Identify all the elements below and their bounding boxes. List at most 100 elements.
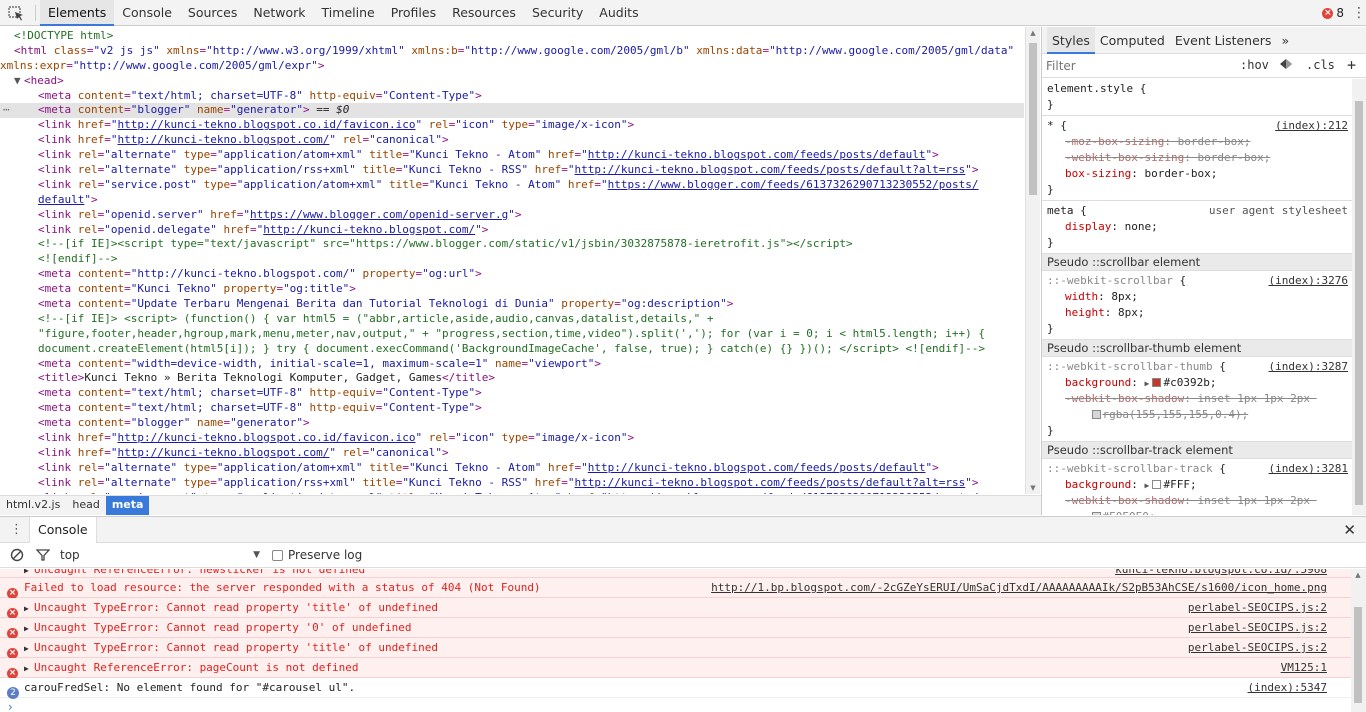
style-declaration[interactable]: width: 8px; (1047, 289, 1352, 305)
sidebar-tab-event-listeners[interactable]: Event Listeners (1170, 27, 1277, 54)
message-source-link[interactable]: perlabel-SEOCIPS.js:2 (1188, 638, 1327, 657)
rule-source-link[interactable]: (index):3281 (1269, 461, 1348, 477)
breadcrumb-item[interactable]: head (66, 496, 105, 515)
new-style-rule-button[interactable]: + (1347, 56, 1356, 74)
style-declaration[interactable]: ::-webkit-scrollbar-track {(index):3281 (1047, 461, 1352, 477)
class-toggle[interactable]: .cls (1306, 58, 1335, 72)
preserve-log-checkbox[interactable] (272, 549, 283, 561)
rendering-icon[interactable] (1278, 58, 1294, 73)
scroll-down-icon[interactable]: ▼ (1029, 484, 1037, 492)
tab-security[interactable]: Security (524, 0, 591, 26)
scrollbar-thumb[interactable] (1355, 101, 1363, 505)
styles-filter-input[interactable] (1046, 58, 1226, 74)
dom-node-line[interactable]: <title>Kunci Tekno » Berita Teknologi Ko… (0, 371, 1024, 386)
more-tabs-icon[interactable]: » (1276, 27, 1294, 54)
tab-profiles[interactable]: Profiles (383, 0, 444, 26)
message-source-link[interactable]: perlabel-SEOCIPS.js:2 (1188, 598, 1327, 617)
style-declaration[interactable]: -webkit-box-shadow: inset 1px 1px 2px (1047, 391, 1352, 407)
style-declaration[interactable]: -webkit-box-sizing: border-box; (1047, 150, 1352, 166)
dom-node-line[interactable]: <link rel="alternate" type="application/… (0, 461, 1024, 476)
expand-triangle-icon[interactable]: ▶ (24, 569, 34, 575)
style-declaration[interactable]: box-sizing: border-box; (1047, 166, 1352, 182)
clear-console-icon[interactable] (10, 548, 24, 565)
style-declaration[interactable]: } (1047, 235, 1352, 251)
dom-node-line[interactable]: ▼ <head> (0, 74, 1024, 89)
dom-node-line[interactable]: <!DOCTYPE html> (0, 29, 1024, 44)
style-declaration[interactable]: meta {user agent stylesheet (1047, 203, 1352, 219)
dom-node-line[interactable]: <link rel="service.post" type="applicati… (0, 178, 1024, 193)
dom-node-line[interactable]: <![endif]--> (0, 252, 1024, 267)
tab-console[interactable]: Console (29, 517, 97, 543)
dom-node-line[interactable]: <link rel="openid.delegate" href="http:/… (0, 223, 1024, 238)
style-declaration[interactable]: element.style { (1047, 81, 1352, 97)
console-prompt[interactable]: › (8, 700, 13, 712)
execution-context-select[interactable]: top ▼ (60, 547, 260, 564)
error-counter[interactable]: × 8 (1322, 6, 1344, 20)
dom-node-line[interactable]: <meta content="blogger" name="generator"… (0, 416, 1024, 431)
sidebar-scrollbar[interactable] (1352, 79, 1366, 515)
dom-node-line[interactable]: <!--[if IE]><script type="text/javascrip… (0, 237, 1024, 252)
rule-source-link[interactable]: (index):3287 (1269, 359, 1348, 375)
style-declaration[interactable]: } (1047, 423, 1352, 439)
tab-timeline[interactable]: Timeline (314, 0, 383, 26)
rule-source-link[interactable]: (index):212 (1275, 118, 1348, 134)
style-declaration[interactable]: rgba(155,155,155,0.4); (1047, 407, 1352, 423)
style-rule[interactable]: ::-webkit-scrollbar-thumb {(index):3287 b… (1042, 357, 1352, 442)
sidebar-tab-styles[interactable]: Styles (1047, 27, 1095, 54)
elements-scrollbar[interactable]: ▲ ▼ (1025, 27, 1040, 494)
drawer-menu-icon[interactable]: ⋮ (10, 522, 23, 538)
tab-console[interactable]: Console (114, 0, 180, 26)
close-icon[interactable]: ✕ (1343, 521, 1356, 539)
style-declaration[interactable]: -moz-box-sizing: border-box; (1047, 134, 1352, 150)
dom-node-line[interactable]: <link href="http://kunci-tekno.blogspot.… (0, 431, 1024, 446)
style-rule[interactable]: * {(index):212 -moz-box-sizing: border-bo… (1042, 116, 1352, 201)
style-rule[interactable]: ::-webkit-scrollbar-track {(index):3281 b… (1042, 459, 1352, 515)
style-rule[interactable]: element.style {} (1042, 79, 1352, 116)
style-declaration[interactable]: } (1047, 321, 1352, 337)
style-declaration[interactable]: } (1047, 182, 1352, 198)
tab-resources[interactable]: Resources (444, 0, 524, 26)
style-declaration[interactable]: background: ▶ #FFF; (1047, 477, 1352, 493)
expand-triangle-icon[interactable]: ▶ (24, 639, 34, 658)
console-scrollbar[interactable]: ▲ (1351, 569, 1366, 712)
dom-node-line[interactable]: document.createElement(html5[i]); } try … (0, 342, 1024, 357)
dom-node-line[interactable]: <link rel="openid.server" href="https://… (0, 208, 1024, 223)
style-rule[interactable]: ::-webkit-scrollbar {(index):3276 width: … (1042, 271, 1352, 340)
dom-node-line[interactable]: <link href="http://kunci-tekno.blogspot.… (0, 118, 1024, 133)
message-text[interactable]: ▶ Uncaught TypeError: Cannot read propert… (24, 598, 438, 618)
breadcrumb-item[interactable]: meta (105, 496, 150, 515)
dom-node-line[interactable]: <link rel="alternate" type="application/… (0, 148, 1024, 163)
tab-audits[interactable]: Audits (591, 0, 646, 26)
style-declaration[interactable]: #E0E0E0; (1047, 509, 1352, 515)
expand-triangle-icon[interactable]: ▼ (14, 74, 24, 89)
message-text[interactable]: ▶ Uncaught TypeError: Cannot read propert… (24, 638, 438, 658)
style-declaration[interactable]: -webkit-box-shadow: inset 1px 1px 2px (1047, 493, 1352, 509)
dom-node-line[interactable]: ⋯ <meta content="blogger" name="generator… (0, 103, 1024, 119)
dom-node-line[interactable]: <link rel="alternate" type="application/… (0, 476, 1024, 491)
style-declaration[interactable]: background: ▶ #c0392b; (1047, 375, 1352, 391)
scrollbar-thumb[interactable] (1029, 43, 1037, 195)
message-source-link[interactable]: http://1.bp.blogspot.com/-2cGZeYsERUI/Um… (711, 578, 1327, 597)
expand-triangle-icon[interactable]: ▶ (24, 659, 34, 678)
style-declaration[interactable]: height: 8px; (1047, 305, 1352, 321)
message-source-link[interactable]: (index):5347 (1248, 678, 1327, 697)
node-actions-icon[interactable]: ⋯ (3, 103, 10, 118)
style-declaration[interactable]: * {(index):212 (1047, 118, 1352, 134)
message-text[interactable]: ▶ Uncaught ReferenceError: newsticker is … (24, 569, 365, 575)
dom-node-line[interactable]: <!--[if IE]> <script> (function() { var … (0, 312, 1024, 327)
dom-node-line[interactable]: <meta content="width=device-width, initi… (0, 357, 1024, 372)
message-source-link[interactable]: perlabel-SEOCIPS.js:2 (1188, 618, 1327, 637)
style-rule[interactable]: meta {user agent stylesheet display: none… (1042, 201, 1352, 254)
dom-node-line[interactable]: <meta content="http://kunci-tekno.blogsp… (0, 267, 1024, 282)
tab-sources[interactable]: Sources (180, 0, 245, 26)
expand-triangle-icon[interactable]: ▶ (24, 599, 34, 618)
scroll-up-icon[interactable]: ▲ (1029, 29, 1037, 37)
dom-tree[interactable]: <!DOCTYPE html> <html class="v2 js js" xm… (0, 29, 1024, 494)
style-declaration[interactable]: } (1047, 97, 1352, 113)
preserve-log-toggle[interactable]: Preserve log (272, 548, 362, 562)
message-source-link[interactable]: kunci-tekno.blogspot.co.id/:5968 (1115, 569, 1327, 575)
hover-state-toggle[interactable]: :hov (1240, 58, 1269, 72)
dom-node-line[interactable]: <link href="http://kunci-tekno.blogspot.… (0, 133, 1024, 148)
more-menu-icon[interactable]: ⋮ (1352, 4, 1366, 22)
dom-node-line[interactable]: <html class="v2 js js" xmlns="http://www… (0, 44, 1024, 59)
